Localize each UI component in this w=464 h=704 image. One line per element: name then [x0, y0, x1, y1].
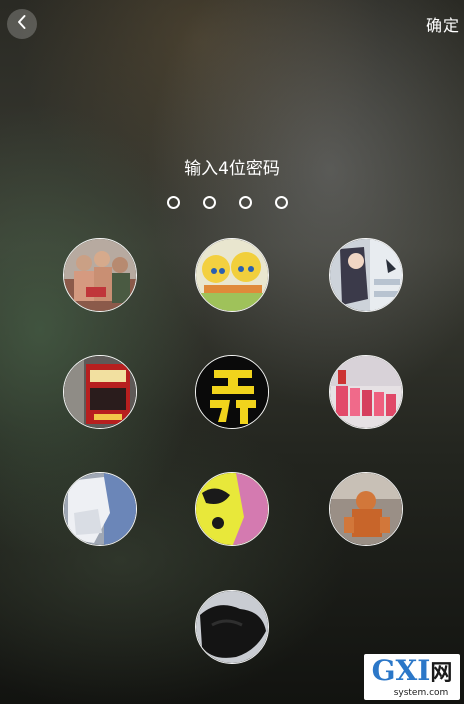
passcode-dot-2 [203, 196, 216, 209]
red-sign-storefront-photo [64, 356, 136, 428]
orange-figurine-photo [330, 473, 402, 545]
keypad-key-4[interactable] [63, 355, 137, 429]
chevron-left-icon [15, 14, 29, 34]
watermark-site: system.com [393, 687, 449, 698]
keypad-key-5[interactable] [195, 355, 269, 429]
passcode-screen: 确定 输入4位密码 GXI网 system.com [0, 0, 464, 704]
watermark-logo: GXI网 system.com [364, 654, 460, 700]
watermark-logo-text: GXI网 [371, 653, 453, 687]
passcode-indicator [167, 196, 288, 209]
keypad-key-8[interactable] [195, 472, 269, 546]
black-clothing-photo [196, 591, 268, 663]
group-of-men-photo [64, 239, 136, 311]
stage-performers-photo [330, 356, 402, 428]
yellow-pink-cartoon-photo [196, 473, 268, 545]
passcode-dot-1 [167, 196, 180, 209]
back-button[interactable] [7, 9, 37, 39]
passcode-dot-4 [275, 196, 288, 209]
keypad-key-6[interactable] [329, 355, 403, 429]
keypad-key-9[interactable] [329, 472, 403, 546]
yellow-calligraphy-text-photo [196, 356, 268, 428]
white-cloth-photo [64, 473, 136, 545]
keypad-key-2[interactable] [195, 238, 269, 312]
keypad-key-1[interactable] [63, 238, 137, 312]
keypad-key-7[interactable] [63, 472, 137, 546]
confirm-button[interactable]: 确定 [426, 12, 460, 36]
keypad-key-3[interactable] [329, 238, 403, 312]
passcode-prompt: 输入4位密码 [184, 159, 280, 179]
anime-characters-photo [196, 239, 268, 311]
anime-figure-photo [330, 239, 402, 311]
passcode-dot-3 [239, 196, 252, 209]
keypad-key-0[interactable] [195, 590, 269, 664]
